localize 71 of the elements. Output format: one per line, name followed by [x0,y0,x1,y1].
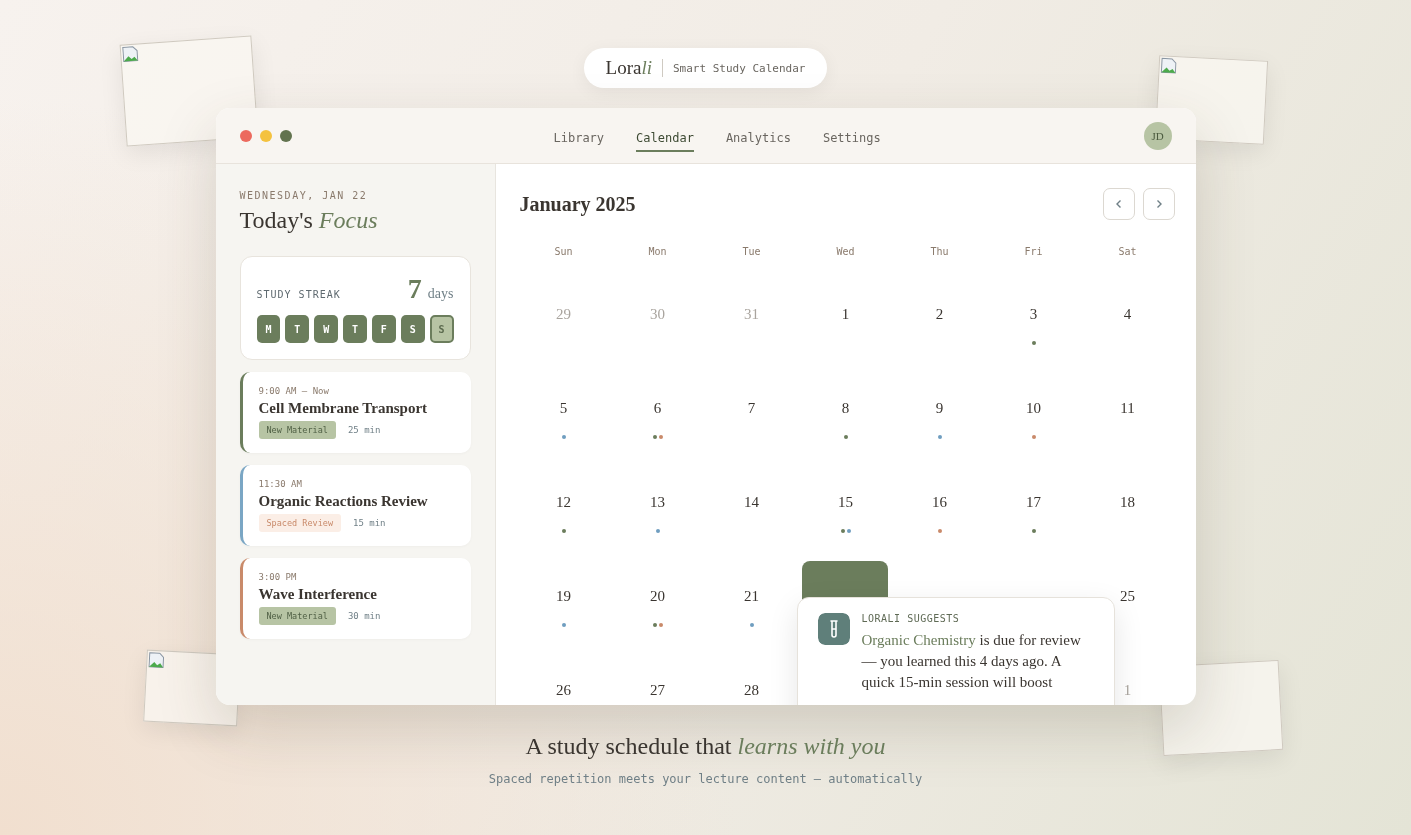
weekday-label: Sun [553,245,574,259]
streak-count: 7 [407,273,422,305]
day-number[interactable]: 28 [744,682,759,699]
session-duration: 30 min [347,611,381,621]
day-number[interactable]: 2 [935,306,944,323]
day-number[interactable]: 14 [744,494,759,511]
day-number[interactable]: 11 [1120,400,1135,417]
day-number[interactable]: 8 [841,400,850,417]
day-number[interactable]: 3 [1029,306,1038,323]
weekday-label: Tue [741,245,762,259]
streak-day: S [429,315,454,343]
day-number[interactable]: 4 [1123,306,1132,323]
day-number[interactable]: 27 [650,682,665,699]
nav-tab[interactable]: Calendar [636,124,694,152]
date-label: WEDNESDAY, JAN 22 [239,190,369,201]
nav-tab[interactable]: Library [553,124,605,152]
weekday-label: Mon [647,245,668,259]
day-number[interactable]: 26 [556,682,571,699]
day-number[interactable]: 5 [559,400,568,417]
day-number[interactable]: 19 [556,588,571,605]
day-number[interactable]: 18 [1120,494,1135,511]
day-number[interactable]: 17 [1026,494,1041,511]
streak-day: S [400,315,425,343]
streak-day: T [343,315,367,343]
day-number[interactable]: 1 [841,306,850,323]
day-number[interactable]: 15 [838,494,853,511]
session-card[interactable]: 3:00 PM Wave Interference New Material 30 min [239,558,471,639]
day-number[interactable]: 10 [1026,400,1041,417]
streak-day: F [371,315,396,343]
day-number[interactable]: 25 [1120,588,1135,605]
month-title: January 2025 [519,192,636,216]
session-card[interactable]: 11:30 AM Organic Reactions Review Spaced Review 15 min [239,465,471,546]
session-tag: Spaced Review [258,514,342,532]
streak-unit: days [427,286,454,302]
sidebar-heading: Today's Focus [239,207,379,234]
day-number[interactable]: 7 [747,400,756,417]
nav-tab[interactable]: Settings [822,124,881,152]
session-duration: 15 min [353,518,386,528]
session-tag: New Material [258,607,336,625]
session-time: 3:00 PM [258,572,298,582]
day-number[interactable]: 6 [653,400,662,417]
streak-day: T [285,315,310,343]
suggestion-title: LORALI SUGGESTS [861,613,961,624]
weekday-label: Fri [1023,245,1044,259]
session-duration: 25 min [347,425,381,435]
tagline-subtitle: Spaced repetition meets your lecture content — automatically [488,772,923,786]
brand-tagline: Smart Study Calendar [673,61,806,75]
session-title: Organic Reactions Review [258,493,429,510]
weekday-label: Wed [835,245,856,259]
session-title: Cell Membrane Transport [258,400,429,417]
brand-name: Lorali [605,57,652,79]
weekday-label: Thu [929,245,950,259]
day-number[interactable]: 16 [932,494,947,511]
session-card[interactable]: 9:00 AM — Now Cell Membrane Transport New Material 25 min [239,372,471,453]
session-time: 9:00 AM — Now [258,386,330,396]
streak-day: W [314,315,339,343]
day-number[interactable]: 12 [556,494,571,511]
day-number[interactable]: 9 [935,400,944,417]
streak-label: STUDY STREAK [256,289,341,300]
nav-tab[interactable]: Analytics [725,124,791,152]
weekday-label: Sat [1117,245,1138,259]
day-number[interactable]: 20 [650,588,665,605]
day-number[interactable]: 13 [650,494,665,511]
session-title: Wave Interference [258,586,378,603]
session-tag: New Material [258,421,336,439]
tagline-heading: A study schedule that learns with you [525,733,886,760]
day-number[interactable]: 21 [744,588,759,605]
session-time: 11:30 AM [258,479,303,489]
suggestion-text: Organic Chemistry is due for review — you learned this 4 days ago. A quick 15-min session will boost [861,631,1082,692]
streak-day: M [256,315,281,343]
user-avatar[interactable]: JD [1143,121,1172,150]
